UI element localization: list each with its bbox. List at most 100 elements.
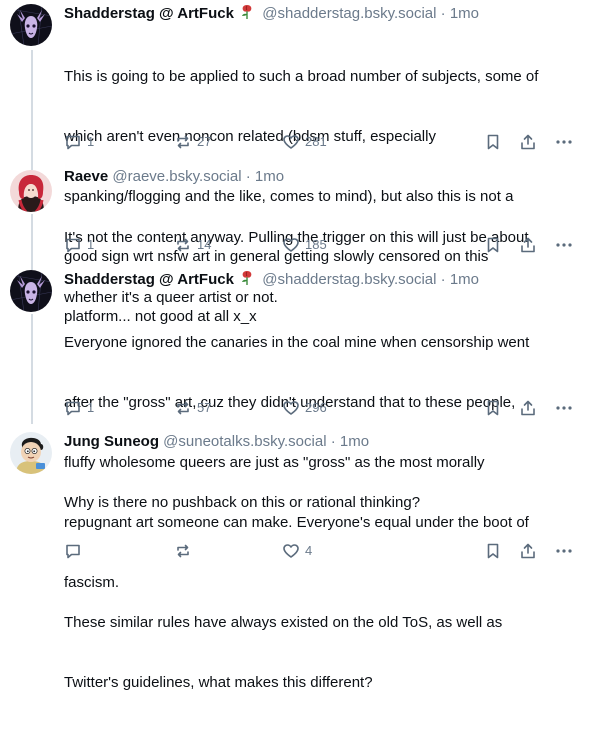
like-count: 185 — [305, 237, 327, 252]
display-name[interactable]: Shadderstag @ ArtFuck — [64, 271, 234, 288]
post-header: Shadderstag @ ArtFuck @shadderstag.bsky.… — [64, 270, 580, 292]
post-actions: 1 14 185 — [64, 235, 580, 255]
post-text-line: Everyone ignored the canaries in the coa… — [64, 334, 530, 351]
separator: · — [330, 433, 336, 450]
reply-button[interactable]: 1 — [64, 132, 94, 152]
like-button[interactable]: 281 — [282, 132, 327, 152]
repost-icon — [174, 133, 192, 151]
post-actions: 1 27 281 — [64, 132, 580, 152]
bookmark-button[interactable] — [484, 132, 502, 152]
avatar[interactable] — [10, 432, 52, 474]
post-text-line: Twitter's guidelines, what makes this di… — [64, 674, 373, 691]
reply-count: 1 — [87, 400, 95, 415]
bookmark-button[interactable] — [484, 235, 502, 255]
thread-line — [31, 214, 33, 263]
reply-button[interactable]: 1 — [64, 398, 94, 418]
heart-icon — [282, 399, 300, 417]
reply-icon — [64, 133, 82, 151]
post-header: Shadderstag @ ArtFuck @shadderstag.bsky.… — [64, 4, 580, 26]
post-text-line: This is going to be applied to such a br… — [64, 68, 539, 85]
bookmark-button[interactable] — [484, 398, 502, 418]
handle[interactable]: @shadderstag.bsky.social — [262, 271, 436, 288]
reply-button[interactable] — [64, 541, 87, 561]
thread-line — [31, 314, 33, 424]
repost-icon — [174, 236, 192, 254]
repost-icon — [174, 399, 192, 417]
ellipsis-icon — [554, 236, 574, 254]
more-options-button[interactable] — [554, 398, 574, 418]
heart-icon — [282, 236, 300, 254]
post-actions: 4 — [64, 541, 580, 561]
avatar[interactable] — [10, 270, 52, 312]
like-count: 296 — [305, 400, 327, 415]
timestamp[interactable]: 1mo — [450, 271, 479, 288]
bookmark-icon — [484, 236, 502, 254]
avatar[interactable] — [10, 170, 52, 212]
repost-button[interactable]: 14 — [174, 235, 211, 255]
repost-button[interactable] — [174, 541, 197, 561]
handle[interactable]: @suneotalks.bsky.social — [163, 433, 326, 450]
repost-count: 27 — [197, 134, 212, 149]
bookmark-icon — [484, 399, 502, 417]
display-name[interactable]: Jung Suneog — [64, 433, 159, 450]
reply-count: 1 — [87, 134, 95, 149]
share-button[interactable] — [519, 132, 537, 152]
heart-icon — [282, 133, 300, 151]
post-text-line: Why is there no pushback on this or rati… — [64, 494, 421, 511]
post-text-line: These similar rules have always existed … — [64, 614, 503, 631]
handle[interactable]: @raeve.bsky.social — [112, 168, 241, 185]
share-icon — [519, 399, 537, 417]
post-header: Raeve @raeve.bsky.social · 1mo — [64, 167, 580, 187]
separator: · — [440, 271, 446, 288]
share-icon — [519, 236, 537, 254]
thread-line — [31, 263, 33, 270]
post-4[interactable]: Jung Suneog @suneotalks.bsky.social · 1m… — [0, 430, 594, 691]
timestamp[interactable]: 1mo — [255, 168, 284, 185]
post-text: Why is there no pushback on this or rati… — [64, 453, 580, 733]
share-button[interactable] — [519, 235, 537, 255]
bookmark-button[interactable] — [484, 541, 502, 561]
rose-icon — [240, 270, 254, 292]
like-button[interactable]: 296 — [282, 398, 327, 418]
timestamp[interactable]: 1mo — [450, 5, 479, 22]
timestamp[interactable]: 1mo — [340, 433, 369, 450]
more-options-button[interactable] — [554, 235, 574, 255]
bookmark-icon — [484, 542, 502, 560]
reply-icon — [64, 236, 82, 254]
post-3[interactable]: Shadderstag @ ArtFuck @shadderstag.bsky.… — [0, 263, 594, 591]
rose-icon — [240, 4, 254, 26]
handle[interactable]: @shadderstag.bsky.social — [262, 5, 436, 22]
like-count: 281 — [305, 134, 327, 149]
share-button[interactable] — [519, 541, 537, 561]
post-thread: Shadderstag @ ArtFuck @shadderstag.bsky.… — [0, 0, 594, 691]
more-options-button[interactable] — [554, 541, 574, 561]
display-name[interactable]: Raeve — [64, 168, 108, 185]
bookmark-icon — [484, 133, 502, 151]
share-icon — [519, 542, 537, 560]
reply-icon — [64, 399, 82, 417]
display-name[interactable]: Shadderstag @ ArtFuck — [64, 5, 234, 22]
reply-count: 1 — [87, 237, 95, 252]
post-actions: 1 57 296 — [64, 398, 580, 418]
separator: · — [245, 168, 251, 185]
heart-icon — [282, 542, 300, 560]
more-options-button[interactable] — [554, 132, 574, 152]
like-button[interactable]: 185 — [282, 235, 327, 255]
repost-count: 57 — [197, 400, 212, 415]
like-button[interactable]: 4 — [282, 541, 312, 561]
repost-button[interactable]: 57 — [174, 398, 211, 418]
post-2[interactable]: Raeve @raeve.bsky.social · 1mo It's not … — [0, 167, 594, 306]
reply-button[interactable]: 1 — [64, 235, 94, 255]
ellipsis-icon — [554, 399, 574, 417]
ellipsis-icon — [554, 133, 574, 151]
thread-line — [31, 50, 33, 167]
like-count: 4 — [305, 543, 313, 558]
share-button[interactable] — [519, 398, 537, 418]
repost-icon — [174, 542, 192, 560]
post-1[interactable]: Shadderstag @ ArtFuck @shadderstag.bsky.… — [0, 0, 594, 325]
avatar[interactable] — [10, 4, 52, 46]
repost-count: 14 — [197, 237, 212, 252]
ellipsis-icon — [554, 542, 574, 560]
separator: · — [440, 5, 446, 22]
repost-button[interactable]: 27 — [174, 132, 211, 152]
